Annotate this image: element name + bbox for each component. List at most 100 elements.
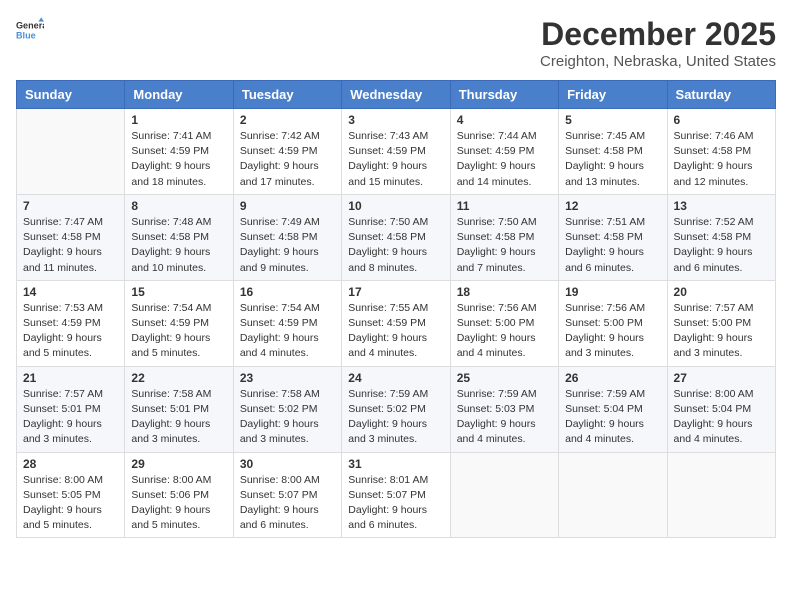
day-info: Sunrise: 7:44 AM Sunset: 4:59 PM Dayligh…: [457, 129, 552, 190]
day-info: Sunrise: 7:49 AM Sunset: 4:58 PM Dayligh…: [240, 215, 335, 276]
day-info: Sunrise: 7:54 AM Sunset: 4:59 PM Dayligh…: [131, 301, 226, 362]
calendar-day-cell: 29 Sunrise: 8:00 AM Sunset: 5:06 PM Dayli…: [125, 452, 233, 538]
calendar-week-row: 1 Sunrise: 7:41 AM Sunset: 4:59 PM Daylig…: [17, 109, 776, 195]
day-number: 27: [674, 371, 769, 385]
day-number: 7: [23, 199, 118, 213]
day-number: 15: [131, 285, 226, 299]
calendar-day-cell: 21 Sunrise: 7:57 AM Sunset: 5:01 PM Dayli…: [17, 366, 125, 452]
calendar-day-cell: 10 Sunrise: 7:50 AM Sunset: 4:58 PM Dayli…: [342, 194, 450, 280]
day-number: 9: [240, 199, 335, 213]
calendar-header-wednesday: Wednesday: [342, 81, 450, 109]
day-number: 22: [131, 371, 226, 385]
calendar-day-cell: 2 Sunrise: 7:42 AM Sunset: 4:59 PM Daylig…: [233, 109, 341, 195]
day-info: Sunrise: 7:58 AM Sunset: 5:02 PM Dayligh…: [240, 387, 335, 448]
day-number: 8: [131, 199, 226, 213]
day-info: Sunrise: 8:00 AM Sunset: 5:04 PM Dayligh…: [674, 387, 769, 448]
day-number: 10: [348, 199, 443, 213]
calendar-day-cell: 1 Sunrise: 7:41 AM Sunset: 4:59 PM Daylig…: [125, 109, 233, 195]
day-number: 23: [240, 371, 335, 385]
day-info: Sunrise: 7:57 AM Sunset: 5:01 PM Dayligh…: [23, 387, 118, 448]
day-info: Sunrise: 8:00 AM Sunset: 5:07 PM Dayligh…: [240, 473, 335, 534]
page-header: General Blue December 2025 Creighton, Ne…: [16, 16, 776, 70]
calendar-day-cell: 13 Sunrise: 7:52 AM Sunset: 4:58 PM Dayli…: [667, 194, 775, 280]
calendar-week-row: 7 Sunrise: 7:47 AM Sunset: 4:58 PM Daylig…: [17, 194, 776, 280]
calendar-day-cell: 6Sunrise: 7:46 AM Sunset: 4:58 PM Daylig…: [667, 109, 775, 195]
calendar-day-cell: [667, 452, 775, 538]
day-info: Sunrise: 7:59 AM Sunset: 5:02 PM Dayligh…: [348, 387, 443, 448]
calendar-day-cell: 14Sunrise: 7:53 AM Sunset: 4:59 PM Dayli…: [17, 280, 125, 366]
day-number: 29: [131, 457, 226, 471]
calendar-day-cell: 31Sunrise: 8:01 AM Sunset: 5:07 PM Dayli…: [342, 452, 450, 538]
day-number: 13: [674, 199, 769, 213]
calendar-day-cell: 16 Sunrise: 7:54 AM Sunset: 4:59 PM Dayli…: [233, 280, 341, 366]
day-number: 17: [348, 285, 443, 299]
day-number: 21: [23, 371, 118, 385]
day-number: 28: [23, 457, 118, 471]
day-number: 1: [131, 113, 226, 127]
day-info: Sunrise: 7:57 AM Sunset: 5:00 PM Dayligh…: [674, 301, 769, 362]
calendar-header-thursday: Thursday: [450, 81, 558, 109]
calendar-day-cell: 9 Sunrise: 7:49 AM Sunset: 4:58 PM Daylig…: [233, 194, 341, 280]
calendar-day-cell: 15 Sunrise: 7:54 AM Sunset: 4:59 PM Dayli…: [125, 280, 233, 366]
day-info: Sunrise: 7:59 AM Sunset: 5:04 PM Dayligh…: [565, 387, 660, 448]
calendar-header-friday: Friday: [559, 81, 667, 109]
day-info: Sunrise: 7:47 AM Sunset: 4:58 PM Dayligh…: [23, 215, 118, 276]
calendar-week-row: 21 Sunrise: 7:57 AM Sunset: 5:01 PM Dayli…: [17, 366, 776, 452]
day-number: 31: [348, 457, 443, 471]
day-number: 30: [240, 457, 335, 471]
calendar-day-cell: 24 Sunrise: 7:59 AM Sunset: 5:02 PM Dayli…: [342, 366, 450, 452]
calendar-table: SundayMondayTuesdayWednesdayThursdayFrid…: [16, 80, 776, 538]
day-info: Sunrise: 7:56 AM Sunset: 5:00 PM Dayligh…: [565, 301, 660, 362]
calendar-day-cell: 4 Sunrise: 7:44 AM Sunset: 4:59 PM Daylig…: [450, 109, 558, 195]
svg-text:Blue: Blue: [16, 30, 36, 40]
subtitle: Creighton, Nebraska, United States: [540, 53, 776, 70]
calendar-day-cell: 28Sunrise: 8:00 AM Sunset: 5:05 PM Dayli…: [17, 452, 125, 538]
calendar-day-cell: 26 Sunrise: 7:59 AM Sunset: 5:04 PM Dayli…: [559, 366, 667, 452]
day-info: Sunrise: 7:50 AM Sunset: 4:58 PM Dayligh…: [348, 215, 443, 276]
title-block: December 2025 Creighton, Nebraska, Unite…: [540, 16, 776, 70]
day-number: 3: [348, 113, 443, 127]
calendar-header-saturday: Saturday: [667, 81, 775, 109]
day-number: 20: [674, 285, 769, 299]
calendar-day-cell: [17, 109, 125, 195]
main-title: December 2025: [540, 16, 776, 53]
day-info: Sunrise: 7:55 AM Sunset: 4:59 PM Dayligh…: [348, 301, 443, 362]
calendar-header-tuesday: Tuesday: [233, 81, 341, 109]
day-info: Sunrise: 7:48 AM Sunset: 4:58 PM Dayligh…: [131, 215, 226, 276]
day-info: Sunrise: 7:45 AM Sunset: 4:58 PM Dayligh…: [565, 129, 660, 190]
calendar-day-cell: 20 Sunrise: 7:57 AM Sunset: 5:00 PM Dayli…: [667, 280, 775, 366]
logo: General Blue: [16, 16, 44, 44]
day-info: Sunrise: 7:43 AM Sunset: 4:59 PM Dayligh…: [348, 129, 443, 190]
logo-icon: General Blue: [16, 16, 44, 44]
day-number: 16: [240, 285, 335, 299]
day-number: 4: [457, 113, 552, 127]
day-number: 18: [457, 285, 552, 299]
calendar-day-cell: 7 Sunrise: 7:47 AM Sunset: 4:58 PM Daylig…: [17, 194, 125, 280]
day-info: Sunrise: 7:42 AM Sunset: 4:59 PM Dayligh…: [240, 129, 335, 190]
calendar-day-cell: 8 Sunrise: 7:48 AM Sunset: 4:58 PM Daylig…: [125, 194, 233, 280]
day-info: Sunrise: 8:00 AM Sunset: 5:06 PM Dayligh…: [131, 473, 226, 534]
day-number: 2: [240, 113, 335, 127]
calendar-day-cell: 23 Sunrise: 7:58 AM Sunset: 5:02 PM Dayli…: [233, 366, 341, 452]
day-number: 11: [457, 199, 552, 213]
day-info: Sunrise: 7:46 AM Sunset: 4:58 PM Dayligh…: [674, 129, 769, 190]
calendar-header-sunday: Sunday: [17, 81, 125, 109]
day-info: Sunrise: 7:41 AM Sunset: 4:59 PM Dayligh…: [131, 129, 226, 190]
calendar-day-cell: [450, 452, 558, 538]
day-info: Sunrise: 7:59 AM Sunset: 5:03 PM Dayligh…: [457, 387, 552, 448]
calendar-day-cell: [559, 452, 667, 538]
day-number: 24: [348, 371, 443, 385]
day-info: Sunrise: 7:56 AM Sunset: 5:00 PM Dayligh…: [457, 301, 552, 362]
day-info: Sunrise: 7:50 AM Sunset: 4:58 PM Dayligh…: [457, 215, 552, 276]
calendar-header-row: SundayMondayTuesdayWednesdayThursdayFrid…: [17, 81, 776, 109]
day-number: 14: [23, 285, 118, 299]
day-number: 19: [565, 285, 660, 299]
calendar-week-row: 28Sunrise: 8:00 AM Sunset: 5:05 PM Dayli…: [17, 452, 776, 538]
day-info: Sunrise: 7:52 AM Sunset: 4:58 PM Dayligh…: [674, 215, 769, 276]
calendar-day-cell: 19 Sunrise: 7:56 AM Sunset: 5:00 PM Dayli…: [559, 280, 667, 366]
svg-text:General: General: [16, 21, 44, 31]
day-number: 26: [565, 371, 660, 385]
day-number: 5: [565, 113, 660, 127]
calendar-day-cell: 30 Sunrise: 8:00 AM Sunset: 5:07 PM Dayli…: [233, 452, 341, 538]
day-info: Sunrise: 7:54 AM Sunset: 4:59 PM Dayligh…: [240, 301, 335, 362]
